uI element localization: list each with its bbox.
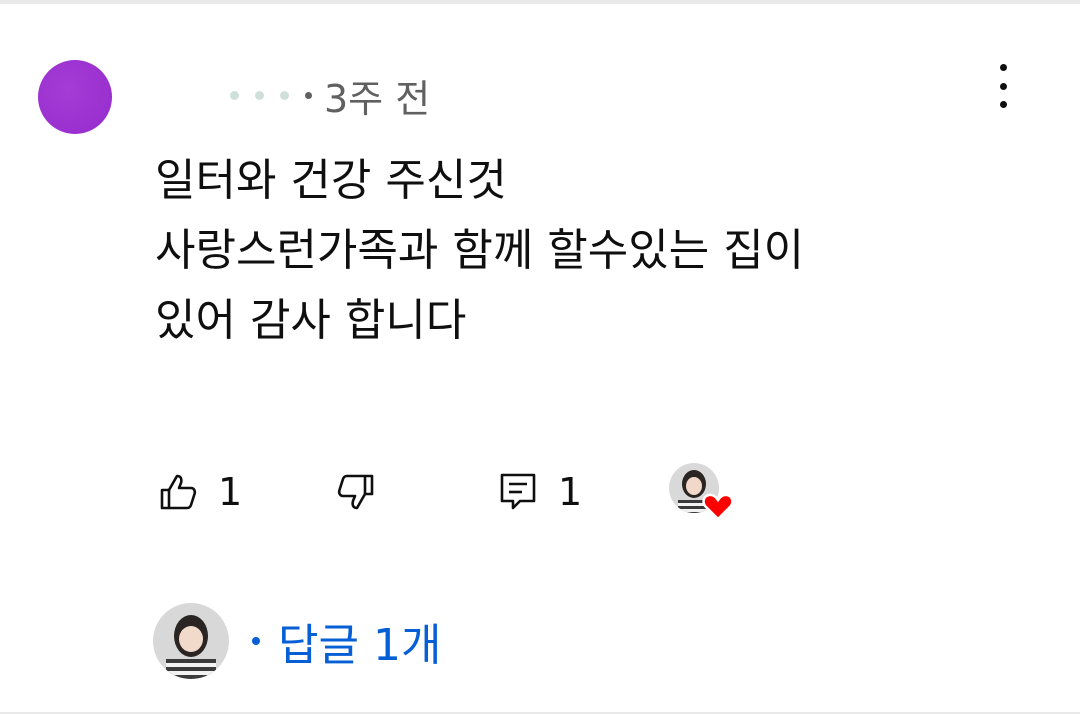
replies-separator-dot xyxy=(252,637,260,645)
meta-separator-dot xyxy=(305,91,312,99)
comment-line: 있어 감사 합니다 xyxy=(155,295,467,346)
view-replies-button[interactable]: 답글 1개 xyxy=(152,602,441,680)
like-count: 1 xyxy=(218,470,243,514)
creator-heart-badge[interactable] xyxy=(668,462,734,522)
reply-author-avatar xyxy=(153,603,229,679)
more-vertical-icon xyxy=(999,64,1007,71)
comment-time[interactable]: 3주 전 xyxy=(324,68,430,123)
dislike-button[interactable] xyxy=(336,460,376,524)
reply-count-badge: 1 xyxy=(558,470,583,514)
comment-icon xyxy=(500,473,536,510)
comment-line: 사랑스런가족과 함께 할수있는 집이 xyxy=(155,225,805,276)
comment-card: 3주 전 일터와 건강 주신것 사랑스런가족과 함께 할수있는 집이 있어 감사… xyxy=(0,4,1080,712)
comment-action-bar: 1 1 xyxy=(158,460,778,524)
comment-text: 일터와 건강 주신것 사랑스런가족과 함께 할수있는 집이 있어 감사 합니다 xyxy=(155,146,1015,356)
more-options-button[interactable] xyxy=(990,64,1016,108)
author-name-blurred[interactable] xyxy=(230,90,289,100)
thumbs-down-icon xyxy=(337,474,374,510)
author-avatar[interactable] xyxy=(38,60,112,134)
like-button[interactable]: 1 xyxy=(158,460,242,524)
replies-label: 답글 1개 xyxy=(278,620,442,671)
thumbs-up-icon xyxy=(160,474,197,510)
heart-icon xyxy=(702,493,734,521)
comment-line: 일터와 건강 주신것 xyxy=(155,155,507,206)
comment-meta: 3주 전 xyxy=(230,68,430,123)
reply-button[interactable]: 1 xyxy=(498,460,582,524)
